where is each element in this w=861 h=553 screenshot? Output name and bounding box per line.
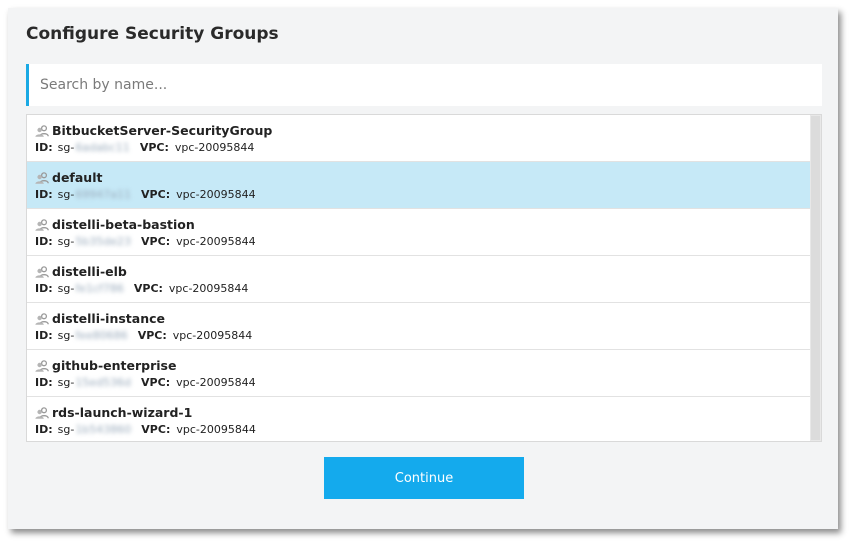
security-group-id-redacted: fee80686 xyxy=(75,329,128,342)
vpc-label: VPC: xyxy=(141,376,171,389)
vpc-id: vpc-20095844 xyxy=(172,329,253,342)
security-group-id-redacted: 6adabc11 xyxy=(75,141,130,154)
search-input[interactable] xyxy=(29,64,822,106)
security-group-row[interactable]: rds-launch-wizard-1 ID: sg- 1b543860 VPC… xyxy=(27,397,810,441)
id-label: ID: xyxy=(35,282,53,295)
users-group-icon xyxy=(35,218,49,231)
security-group-id-prefix: sg- xyxy=(57,282,75,295)
security-group-row[interactable]: distelli-beta-bastion ID: sg- 5b35de23 V… xyxy=(27,209,810,256)
security-group-list[interactable]: BitbucketServer-SecurityGroup ID: sg- 6a… xyxy=(26,114,822,442)
security-group-id-prefix: sg- xyxy=(57,141,75,154)
vpc-id: vpc-20095844 xyxy=(176,188,256,201)
vpc-id: vpc-20095844 xyxy=(176,376,256,389)
vpc-label: VPC: xyxy=(133,282,163,295)
security-group-name: distelli-instance xyxy=(52,311,165,326)
security-group-row[interactable]: github-enterprise ID: sg- 15ed536d VPC: … xyxy=(27,350,810,397)
dialog-title: Configure Security Groups xyxy=(26,24,279,44)
security-group-id-prefix: sg- xyxy=(57,188,75,201)
security-group-name: github-enterprise xyxy=(52,358,177,373)
search-field[interactable] xyxy=(26,64,822,106)
security-group-id-redacted: 69947a11 xyxy=(75,188,132,201)
vpc-label: VPC: xyxy=(141,423,171,436)
users-group-icon xyxy=(35,171,49,184)
scrollbar-thumb[interactable] xyxy=(811,116,820,440)
security-group-row[interactable]: distelli-instance ID: sg- fee80686 VPC: … xyxy=(27,303,810,350)
security-group-rows: BitbucketServer-SecurityGroup ID: sg- 6a… xyxy=(27,115,810,441)
security-group-row[interactable]: default ID: sg- 69947a11 VPC: vpc-200958… xyxy=(27,162,810,209)
security-group-name: distelli-beta-bastion xyxy=(52,217,195,232)
configure-security-groups-dialog: Configure Security Groups BitbucketServe… xyxy=(8,8,838,529)
users-group-icon xyxy=(35,124,49,137)
id-label: ID: xyxy=(35,188,53,201)
security-group-name: distelli-elb xyxy=(52,264,127,279)
security-group-id-prefix: sg- xyxy=(57,329,75,342)
vpc-id: vpc-20095844 xyxy=(168,282,249,295)
security-group-name: BitbucketServer-SecurityGroup xyxy=(52,123,273,138)
security-group-id-redacted: 5b35de23 xyxy=(75,235,132,248)
id-label: ID: xyxy=(35,329,53,342)
security-group-row[interactable]: BitbucketServer-SecurityGroup ID: sg- 6a… xyxy=(27,115,810,162)
users-group-icon xyxy=(35,265,49,278)
security-group-id-prefix: sg- xyxy=(57,235,75,248)
users-group-icon xyxy=(35,312,49,325)
security-group-id-redacted: fe1cf786 xyxy=(75,282,124,295)
id-label: ID: xyxy=(35,423,53,436)
vpc-label: VPC: xyxy=(141,235,171,248)
vpc-id: vpc-20095844 xyxy=(176,235,256,248)
users-group-icon xyxy=(35,359,49,372)
vpc-label: VPC: xyxy=(141,188,171,201)
id-label: ID: xyxy=(35,235,53,248)
security-group-id-prefix: sg- xyxy=(57,423,75,436)
vpc-id: vpc-20095844 xyxy=(174,141,255,154)
id-label: ID: xyxy=(35,376,53,389)
vpc-label: VPC: xyxy=(139,141,169,154)
vpc-id: vpc-20095844 xyxy=(176,423,256,436)
security-group-name: default xyxy=(52,170,103,185)
users-group-icon xyxy=(35,406,49,419)
security-group-id-redacted: 1b543860 xyxy=(75,423,132,436)
id-label: ID: xyxy=(35,141,53,154)
continue-button[interactable]: Continue xyxy=(324,457,524,499)
security-group-id-redacted: 15ed536d xyxy=(75,376,132,389)
security-group-id-prefix: sg- xyxy=(57,376,75,389)
vpc-label: VPC: xyxy=(137,329,167,342)
scrollbar[interactable] xyxy=(810,115,821,441)
security-group-name: rds-launch-wizard-1 xyxy=(52,405,193,420)
security-group-row[interactable]: distelli-elb ID: sg- fe1cf786 VPC: vpc-2… xyxy=(27,256,810,303)
